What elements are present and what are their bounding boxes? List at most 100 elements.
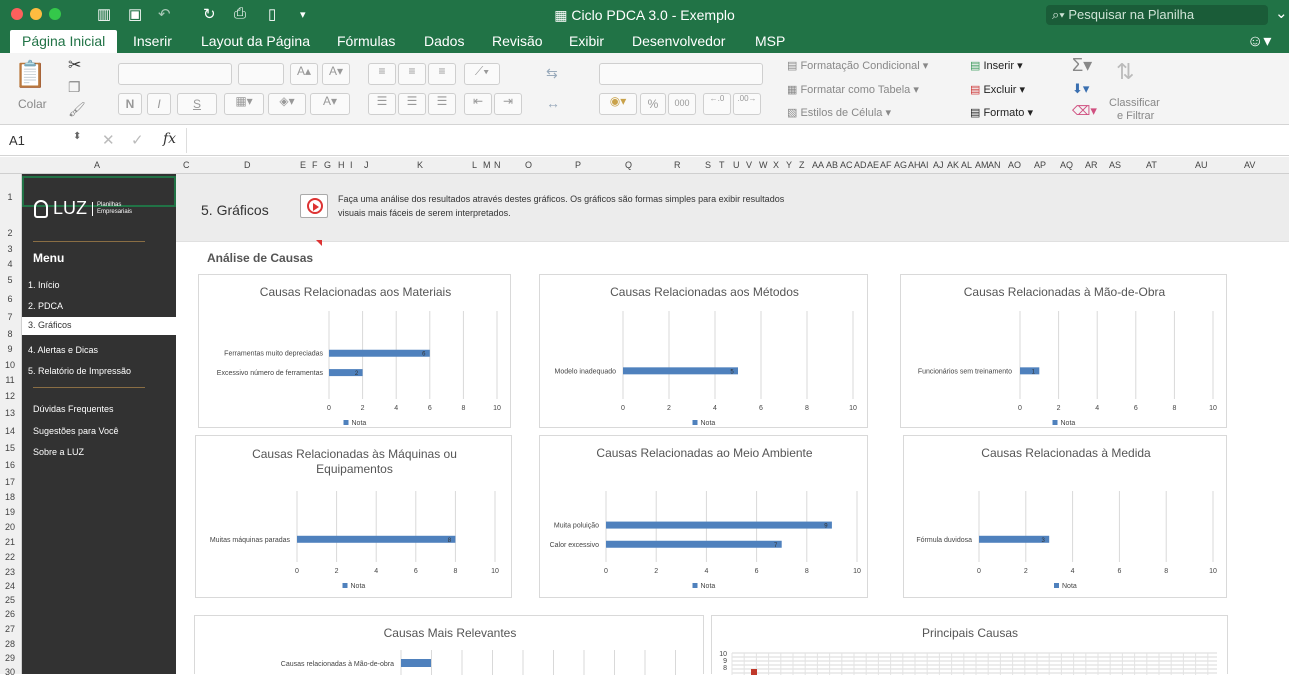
borders-button[interactable]: ▦▾	[224, 93, 264, 115]
increase-decimal-button[interactable]: ←.0	[703, 93, 731, 115]
menu-item-relatorio[interactable]: 5. Relatório de Impressão	[28, 366, 131, 376]
expand-icon[interactable]: ⌄	[1275, 4, 1288, 22]
column-header[interactable]: H	[338, 160, 345, 170]
row-header[interactable]: 2	[0, 228, 20, 238]
column-header[interactable]: AF	[880, 160, 892, 170]
number-format-select[interactable]	[599, 63, 763, 85]
data-point[interactable]	[751, 669, 757, 675]
column-header[interactable]: U	[733, 160, 740, 170]
decrease-decimal-button[interactable]: .00→	[733, 93, 761, 115]
column-header[interactable]: AG	[894, 160, 907, 170]
format-as-table-button[interactable]: ▦ Formatar como Tabela ▾	[787, 83, 919, 96]
column-header[interactable]: A	[94, 160, 100, 170]
search-box[interactable]: ⌕▾ Pesquisar na Planilha	[1046, 5, 1268, 25]
row-header[interactable]: 26	[0, 609, 20, 619]
autosum-icon[interactable]: Σ▾	[1072, 55, 1092, 76]
paste-label[interactable]: Colar	[18, 97, 47, 111]
sort-filter-label-2[interactable]: e Filtrar	[1117, 110, 1154, 122]
chart-card[interactable]: Principais Causas 10 9 8	[711, 615, 1228, 675]
row-header[interactable]: 8	[0, 329, 20, 339]
percent-button[interactable]: %	[640, 93, 666, 115]
bold-button[interactable]: N	[118, 93, 142, 115]
column-header[interactable]: AO	[1008, 160, 1021, 170]
play-video-icon[interactable]	[300, 194, 328, 218]
column-header[interactable]: J	[364, 160, 369, 170]
column-header[interactable]: Y	[786, 160, 792, 170]
bar[interactable]	[606, 521, 832, 529]
formula-input[interactable]	[186, 128, 1286, 153]
column-header[interactable]: C	[183, 160, 190, 170]
cancel-formula-icon[interactable]: ✕	[102, 131, 115, 149]
chart-card[interactable]: Causas Relacionadas às Máquinas ou Equipa…	[195, 435, 512, 598]
row-header[interactable]: 19	[0, 507, 20, 517]
row-header[interactable]: 17	[0, 477, 20, 487]
column-header[interactable]: AQ	[1060, 160, 1073, 170]
sort-filter-label-1[interactable]: Classificar	[1109, 97, 1160, 109]
decrease-font-button[interactable]: A▾	[322, 63, 350, 85]
row-header[interactable]: 24	[0, 581, 20, 591]
row-header[interactable]: 20	[0, 522, 20, 532]
insert-cells-button[interactable]: ▤ Inserir ▾	[970, 59, 1023, 72]
tab-dados[interactable]: Dados	[424, 33, 464, 49]
column-header[interactable]: AA	[812, 160, 824, 170]
clear-icon[interactable]: ⌫▾	[1072, 103, 1097, 119]
menu-item-inicio[interactable]: 1. Início	[28, 280, 60, 290]
row-header[interactable]: 16	[0, 460, 20, 470]
column-header[interactable]: E	[300, 160, 306, 170]
bar[interactable]	[1020, 367, 1040, 375]
column-header[interactable]: S	[705, 160, 711, 170]
delete-cells-button[interactable]: ▤ Excluir ▾	[970, 83, 1025, 96]
tab-pagina-inicial[interactable]: Página Inicial	[10, 30, 118, 53]
bar[interactable]	[979, 535, 1050, 543]
row-header[interactable]: 9	[0, 344, 20, 354]
format-cells-button[interactable]: ▤ Formato ▾	[970, 106, 1033, 119]
bar[interactable]	[606, 540, 782, 548]
align-right-button[interactable]: ☰	[428, 93, 456, 115]
row-header[interactable]: 1	[0, 192, 20, 202]
sort-filter-icon[interactable]: ⇅	[1116, 59, 1134, 85]
align-top-button[interactable]: ≡	[368, 63, 396, 85]
fill-icon[interactable]: ⬇▾	[1072, 81, 1089, 97]
tab-desenvolvedor[interactable]: Desenvolvedor	[632, 33, 725, 49]
confirm-formula-icon[interactable]: ✓	[131, 131, 144, 149]
column-header[interactable]: L	[472, 160, 477, 170]
merge-icon[interactable]: ↔	[546, 95, 560, 111]
column-header[interactable]: AK	[947, 160, 959, 170]
fill-color-button[interactable]: ◈▾	[268, 93, 306, 115]
column-header[interactable]: P	[575, 160, 581, 170]
thousands-button[interactable]: 000	[668, 93, 696, 115]
column-header[interactable]: AC	[840, 160, 853, 170]
column-header[interactable]: AH	[908, 160, 921, 170]
decrease-indent-button[interactable]: ⇤	[464, 93, 492, 115]
smiley-feedback-icon[interactable]: ☺▾	[1247, 31, 1271, 51]
column-header[interactable]: AL	[961, 160, 972, 170]
paste-icon[interactable]: 📋	[14, 59, 46, 90]
column-header[interactable]: AN	[988, 160, 1001, 170]
row-header[interactable]: 12	[0, 391, 20, 401]
align-left-button[interactable]: ☰	[368, 93, 396, 115]
row-header[interactable]: 25	[0, 595, 20, 605]
column-header[interactable]: AS	[1109, 160, 1121, 170]
menu-item-alertas[interactable]: 4. Alertas e Dicas	[28, 345, 98, 355]
column-header[interactable]: K	[417, 160, 423, 170]
column-header[interactable]: M	[483, 160, 491, 170]
column-header[interactable]: AD	[854, 160, 867, 170]
chart-card[interactable]: Causas Mais Relevantes Causas relacionada…	[194, 615, 704, 675]
column-header[interactable]: W	[759, 160, 768, 170]
menu-item-pdca[interactable]: 2. PDCA	[28, 301, 63, 311]
font-color-button[interactable]: A▾	[310, 93, 350, 115]
column-header[interactable]: AU	[1195, 160, 1208, 170]
row-header[interactable]: 3	[0, 244, 20, 254]
font-family-select[interactable]	[118, 63, 232, 85]
column-header[interactable]: R	[674, 160, 681, 170]
menu-item-graficos[interactable]: 3. Gráficos	[22, 317, 176, 335]
column-header[interactable]: I	[350, 160, 353, 170]
row-header[interactable]: 29	[0, 653, 20, 663]
column-header[interactable]: AT	[1146, 160, 1157, 170]
row-header[interactable]: 14	[0, 426, 20, 436]
column-header[interactable]: AV	[1244, 160, 1255, 170]
italic-button[interactable]: I	[147, 93, 171, 115]
row-header[interactable]: 6	[0, 294, 20, 304]
row-header[interactable]: 13	[0, 408, 20, 418]
chart-card[interactable]: Causas Relacionadas à Mão-de-Obra 0 2 4 6 8 10…	[900, 274, 1227, 428]
